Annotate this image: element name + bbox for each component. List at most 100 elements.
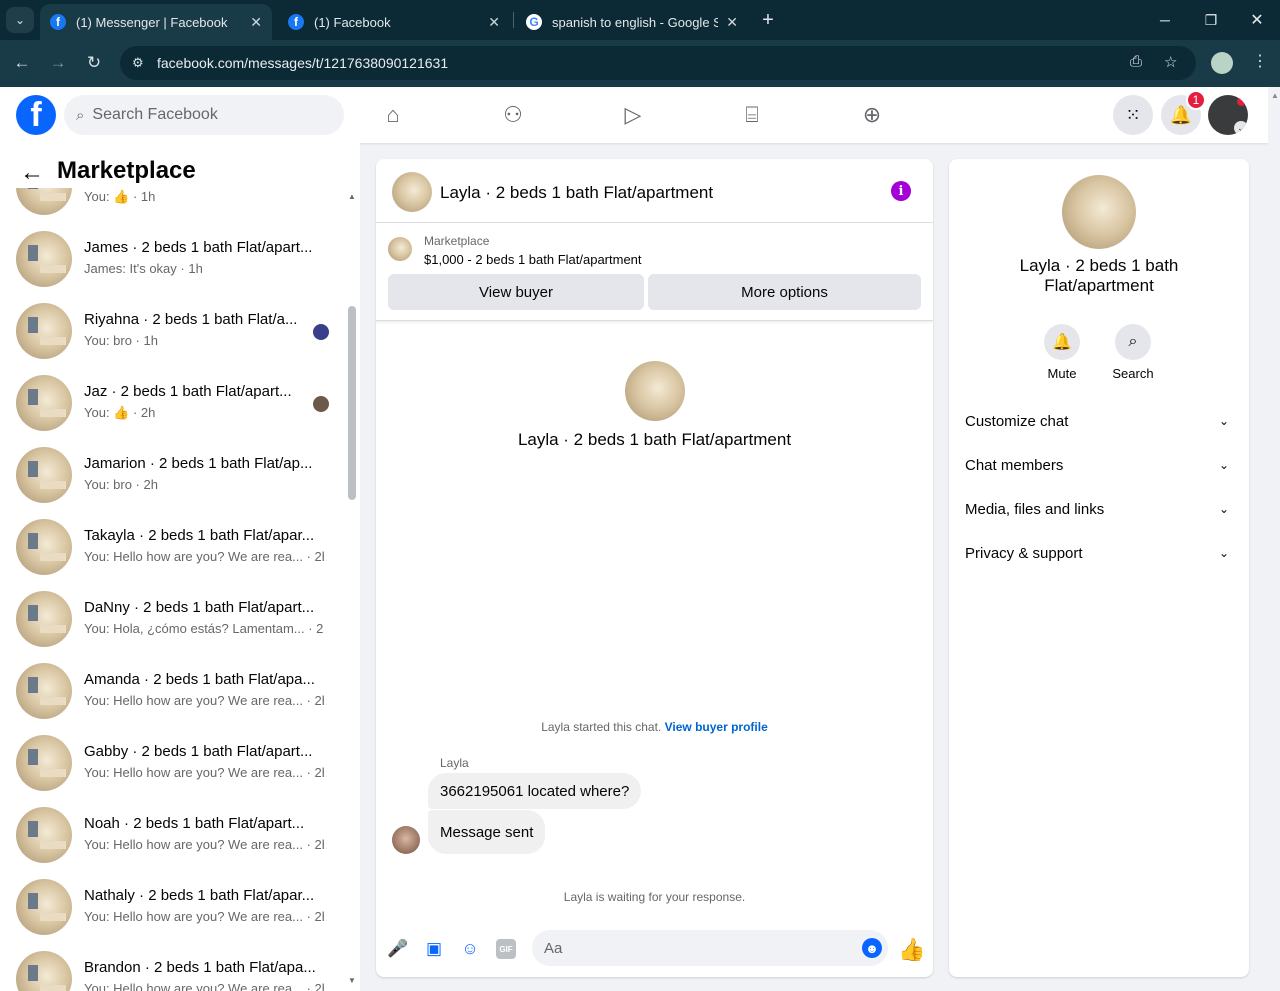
listing-price-title[interactable]: $1,000 - 2 beds 1 bath Flat/apartment [424, 252, 642, 267]
conversation-list-scrollbar[interactable]: ▲ ▼ [345, 188, 360, 991]
sticker-icon[interactable]: ☺ [460, 939, 480, 959]
site-settings-icon[interactable]: ⚙ [132, 55, 152, 71]
listing-thumbnail[interactable] [388, 237, 412, 261]
list-item[interactable]: Jaz · 2 beds 1 bath Flat/apart... You: 👍… [0, 375, 345, 447]
back-arrow-icon[interactable]: ← [9, 50, 35, 76]
conversation-name: Gabby · 2 beds 1 bath Flat/apart... [84, 743, 313, 760]
seen-avatar [313, 396, 329, 412]
message-bubble[interactable]: 3662195061 located where? [428, 773, 642, 809]
account-avatar[interactable]: ⌄ [1208, 95, 1248, 135]
bookmark-star-icon[interactable]: ☆ [1164, 53, 1177, 71]
minimize-window-icon[interactable]: ─ [1153, 8, 1177, 32]
microphone-icon[interactable]: 🎤 [387, 939, 408, 959]
browser-tab-messenger[interactable]: f (1) Messenger | Facebook ✕ [40, 4, 272, 40]
video-icon[interactable]: ▷ [619, 101, 647, 129]
chevron-down-icon: ⌄ [1234, 121, 1248, 135]
scroll-up-icon[interactable]: ▲ [348, 192, 356, 201]
listing-avatar [16, 807, 72, 863]
waiting-notice: Layla is waiting for your response. [563, 890, 746, 904]
mute-button[interactable]: 🔔 Mute [1032, 324, 1092, 381]
customize-chat-section[interactable]: Customize chat ⌄ [949, 399, 1249, 443]
view-buyer-button[interactable]: View buyer [388, 274, 644, 310]
restore-window-icon[interactable]: ❐ [1199, 8, 1223, 32]
list-item[interactable]: James · 2 beds 1 bath Flat/apart... Jame… [0, 231, 345, 303]
menu-grid-icon[interactable]: ⁙ [1113, 95, 1153, 135]
conversation-preview: You: Hello how are you? We are rea... · … [84, 693, 324, 708]
install-app-icon[interactable]: ⎙ [1130, 53, 1142, 70]
message-input-box[interactable]: ☻ [532, 930, 888, 966]
view-buyer-profile-link[interactable]: View buyer profile [665, 720, 768, 734]
more-options-button[interactable]: More options [648, 274, 921, 310]
info-icon[interactable]: i [891, 181, 911, 201]
friends-icon[interactable]: ⚇ [499, 101, 527, 129]
facebook-favicon-icon: f [50, 14, 66, 30]
close-tab-icon[interactable]: ✕ [250, 14, 262, 31]
conversation-name: Jaz · 2 beds 1 bath Flat/apart... [84, 383, 292, 400]
privacy-support-section[interactable]: Privacy & support ⌄ [949, 531, 1249, 575]
media-files-links-section[interactable]: Media, files and links ⌄ [949, 487, 1249, 531]
facebook-logo-icon[interactable]: f [16, 95, 56, 135]
chevron-down-icon: ⌄ [1218, 502, 1229, 516]
chevron-down-icon: ⌄ [1218, 458, 1229, 472]
new-tab-icon[interactable]: + [756, 8, 780, 32]
conversation-preview: You: Hello how are you? We are rea... · … [84, 765, 324, 780]
photo-icon[interactable]: ▣ [424, 939, 444, 959]
page-scrollbar[interactable]: ▲ [1268, 87, 1280, 991]
marketplace-icon[interactable]: ⌸ [738, 101, 766, 129]
list-item[interactable]: Takayla · 2 beds 1 bath Flat/apar... You… [0, 519, 345, 591]
browser-tab-strip: ⌄ f (1) Messenger | Facebook ✕ f (1) Fac… [0, 0, 1280, 40]
message-input[interactable] [544, 939, 844, 957]
url-text[interactable]: facebook.com/messages/t/1217638090121631 [157, 55, 448, 71]
notification-count-badge: 1 [1186, 90, 1206, 110]
tab-search-dropdown-icon[interactable]: ⌄ [6, 7, 34, 33]
scroll-up-icon[interactable]: ▲ [1271, 91, 1279, 100]
facebook-search-box[interactable]: ⌕ [64, 95, 344, 135]
list-item[interactable]: Jamarion · 2 beds 1 bath Flat/ap... You:… [0, 447, 345, 519]
back-arrow-icon[interactable]: ← [20, 159, 44, 187]
section-label: Chat members [965, 456, 1064, 474]
tab-separator [513, 12, 514, 28]
panel-title: Marketplace [57, 157, 196, 184]
list-item[interactable]: DaNny · 2 beds 1 bath Flat/apart... You:… [0, 591, 345, 663]
browser-tab-facebook[interactable]: f (1) Facebook ✕ [278, 4, 510, 40]
list-item[interactable]: You: 👍 · 1h [0, 188, 345, 231]
conversation-name: Nathaly · 2 beds 1 bath Flat/apar... [84, 887, 315, 904]
scroll-down-icon[interactable]: ▼ [348, 976, 356, 985]
thumbs-up-icon[interactable]: 👍 [898, 937, 925, 963]
emoji-icon[interactable]: ☻ [862, 938, 882, 958]
chat-started-notice: Layla started this chat. View buyer prof… [376, 720, 933, 734]
close-tab-icon[interactable]: ✕ [488, 14, 500, 31]
message-bubble[interactable]: Message sent [428, 810, 546, 854]
close-tab-icon[interactable]: ✕ [726, 14, 738, 31]
listing-avatar [16, 375, 72, 431]
marketplace-listing-bar: Marketplace $1,000 - 2 beds 1 bath Flat/… [376, 223, 933, 321]
scrollbar-thumb[interactable] [348, 306, 356, 500]
search-icon: ⌕ [76, 106, 85, 124]
chat-members-section[interactable]: Chat members ⌄ [949, 443, 1249, 487]
list-item[interactable]: Gabby · 2 beds 1 bath Flat/apart... You:… [0, 735, 345, 807]
forward-arrow-icon[interactable]: → [45, 50, 71, 76]
list-item[interactable]: Brandon · 2 beds 1 bath Flat/apa... You:… [0, 951, 345, 991]
search-conversation-button[interactable]: ⌕ Search [1103, 324, 1163, 381]
gaming-icon[interactable]: ⊕ [858, 101, 886, 129]
reload-icon[interactable]: ↻ [81, 50, 107, 76]
search-icon: ⌕ [1115, 324, 1151, 360]
list-item[interactable]: Nathaly · 2 beds 1 bath Flat/apar... You… [0, 879, 345, 951]
browser-profile-avatar[interactable] [1211, 52, 1233, 74]
chat-avatar[interactable] [392, 172, 432, 212]
list-item[interactable]: Amanda · 2 beds 1 bath Flat/apa... You: … [0, 663, 345, 735]
facebook-search-input[interactable] [92, 106, 313, 124]
conversation-preview: You: Hello how are you? We are rea... · … [84, 909, 324, 924]
home-icon[interactable]: ⌂ [379, 101, 407, 129]
list-item[interactable]: Noah · 2 beds 1 bath Flat/apart... You: … [0, 807, 345, 879]
close-window-icon[interactable]: ✕ [1245, 8, 1269, 32]
sender-avatar[interactable] [392, 826, 420, 854]
browser-tab-google[interactable]: G spanish to english - Google Sea ✕ [516, 4, 748, 40]
browser-menu-icon[interactable]: ⋮ [1252, 51, 1268, 71]
address-bar[interactable]: ⚙ facebook.com/messages/t/12176380901216… [120, 46, 1196, 80]
message-composer: 🎤 ▣ ☺ GIF ☻ 👍 [376, 927, 933, 977]
conversation-name: Riyahna · 2 beds 1 bath Flat/a... [84, 311, 298, 328]
chat-title[interactable]: Layla · 2 beds 1 bath Flat/apartment [440, 183, 713, 203]
gif-icon[interactable]: GIF [496, 939, 516, 959]
list-item[interactable]: Riyahna · 2 beds 1 bath Flat/a... You: b… [0, 303, 345, 375]
